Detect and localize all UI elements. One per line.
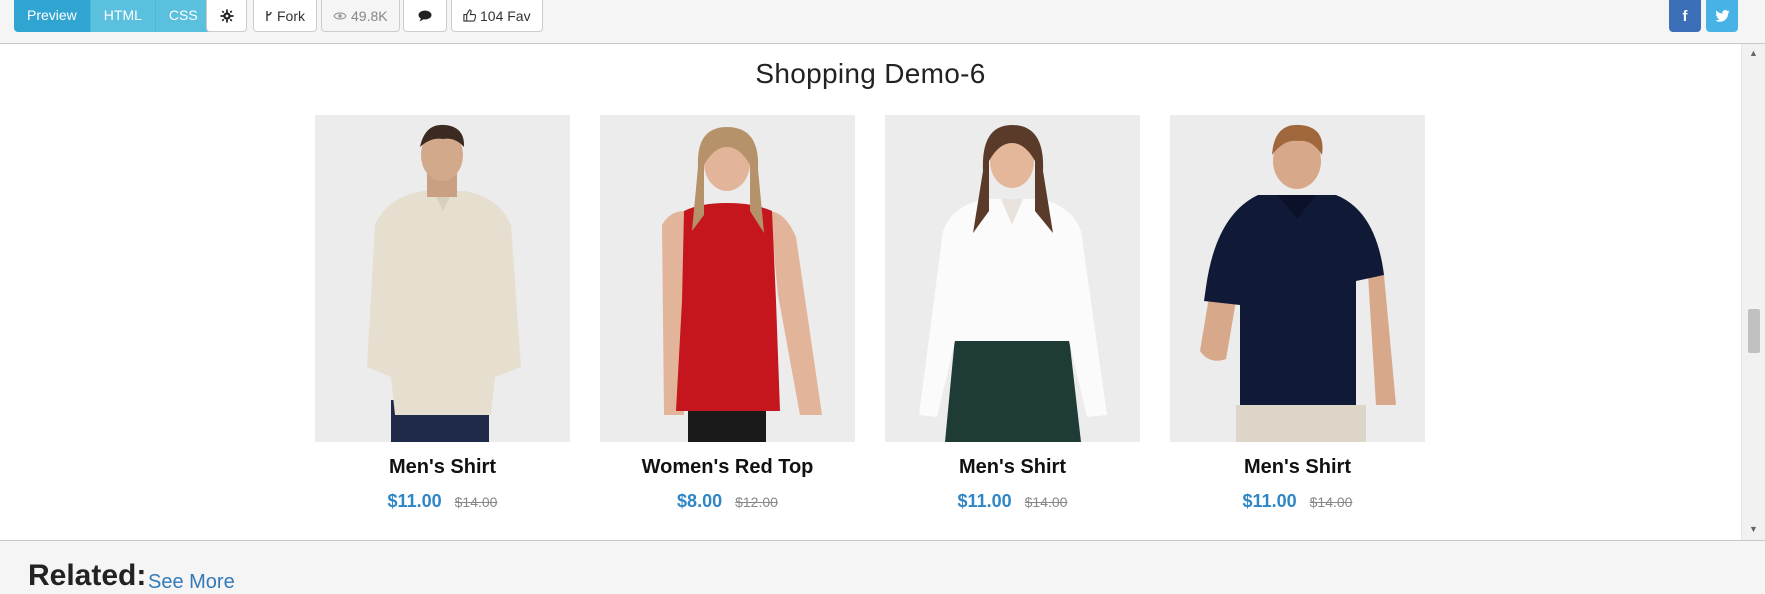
model-photo xyxy=(600,115,855,442)
product-price: $11.00 $14.00 xyxy=(315,491,570,512)
scrollbar-thumb[interactable] xyxy=(1748,309,1760,353)
original-price: $12.00 xyxy=(735,494,778,510)
page-title: Shopping Demo-6 xyxy=(755,58,986,89)
thumbs-up-icon xyxy=(463,9,476,22)
product-card[interactable]: Men's Shirt $11.00 $14.00 xyxy=(1170,115,1425,512)
tab-preview[interactable]: Preview xyxy=(14,0,91,32)
comment-icon xyxy=(418,10,432,21)
eye-icon xyxy=(333,11,347,20)
gear-icon xyxy=(219,8,234,23)
preview-pane: Shopping Demo-6 Men's Shirt $11.00 $14.0… xyxy=(0,44,1741,540)
views-counter: 49.8K xyxy=(321,0,400,32)
product-image[interactable] xyxy=(885,115,1140,442)
model-photo xyxy=(885,115,1140,442)
original-price: $14.00 xyxy=(1309,494,1353,510)
current-price: $11.00 xyxy=(387,491,442,511)
see-more-link[interactable]: See More xyxy=(148,571,235,594)
product-card[interactable]: Women's Red Top $8.00 $12.00 xyxy=(600,115,855,512)
product-name: Men's Shirt xyxy=(1244,456,1351,478)
views-label: 49.8K xyxy=(351,7,388,24)
editor-toolbar: Preview HTML CSS Fork 49.8K 104 Fav f xyxy=(0,0,1765,44)
twitter-icon xyxy=(1714,10,1730,22)
product-name: Men's Shirt xyxy=(959,456,1066,478)
original-price: $14.00 xyxy=(454,494,498,510)
tab-css[interactable]: CSS xyxy=(155,0,211,32)
product-name: Women's Red Top xyxy=(641,456,814,478)
current-price: $8.00 xyxy=(677,491,723,511)
facebook-share-button[interactable]: f xyxy=(1669,0,1701,32)
twitter-share-button[interactable] xyxy=(1706,0,1738,32)
original-price: $14.00 xyxy=(1024,494,1068,510)
model-photo xyxy=(315,115,570,442)
current-price: $11.00 xyxy=(957,491,1012,511)
related-section: Related: See More xyxy=(0,540,1765,593)
fav-label: 104 Fav xyxy=(480,7,531,24)
product-card[interactable]: Men's Shirt $11.00 $14.00 xyxy=(885,115,1140,512)
product-price: $11.00 $14.00 xyxy=(1170,491,1425,512)
product-image[interactable] xyxy=(315,115,570,442)
scroll-down-icon[interactable]: ▼ xyxy=(1749,524,1758,534)
scroll-up-icon[interactable]: ▲ xyxy=(1749,48,1758,58)
fav-button[interactable]: 104 Fav xyxy=(451,0,543,32)
view-tab-group: Preview HTML CSS xyxy=(14,0,211,32)
settings-button[interactable] xyxy=(206,0,247,32)
fork-icon xyxy=(266,10,272,21)
preview-scrollbar[interactable]: ▲ ▼ xyxy=(1741,44,1765,540)
product-card[interactable]: Men's Shirt $11.00 $14.00 xyxy=(315,115,570,512)
tab-html[interactable]: HTML xyxy=(90,0,156,32)
fork-button[interactable]: Fork xyxy=(253,0,317,32)
related-heading: Related: xyxy=(28,559,147,592)
product-name: Men's Shirt xyxy=(389,456,496,478)
facebook-icon: f xyxy=(1682,7,1688,25)
fork-label: Fork xyxy=(277,7,305,24)
product-price: $11.00 $14.00 xyxy=(885,491,1140,512)
model-photo xyxy=(1170,115,1425,442)
current-price: $11.00 xyxy=(1242,491,1297,511)
product-image[interactable] xyxy=(600,115,855,442)
product-price: $8.00 $12.00 xyxy=(600,491,855,512)
comments-button[interactable] xyxy=(403,0,447,32)
product-image[interactable] xyxy=(1170,115,1425,442)
